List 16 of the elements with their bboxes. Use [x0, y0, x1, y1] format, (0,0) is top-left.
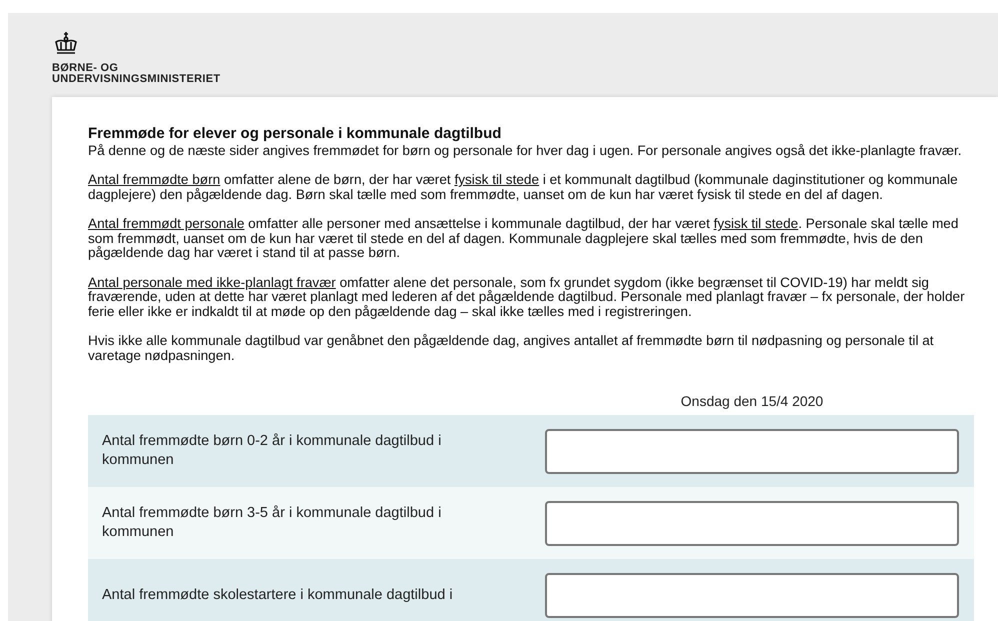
info-paragraph: Antal fremmødte børn omfatter alene de børn, der har været fysisk til stede i et kommunalt dagtilbud (kommunale daginstitutioner og kommunale dagplejere) den pågældende dag. Børn skal tælle med som fremmødte, uanset om de kun har været fysisk til stede en del af dagen.: [88, 173, 959, 202]
info-paragraph: Antal fremmødt personale omfatter alle personer med ansættelse i kommunale dagtilbud, der har været fysisk til stede. Personale skal tælle med som fremmødt, uanset om de kun har været til stede en del af dagen. Kommunale dagplejere skal tælles med som fremmødte, hvis de den pågældende dag har været i stand til at passe børn.: [88, 217, 960, 260]
number-input-field[interactable]: [545, 500, 959, 546]
info-paragraph: Antal personale med ikke-planlagt fravær omfatter alene det personale, som fx grundet sygdom (ikke begrænset til COVID-19) har meldt sig fraværende, uden at dette har været planlagt med lederen af det pågældende dagtilbud. Personale med planlagt fravær – fx personale, der holder ferie eller ikke er indkaldt til at møde op den pågældende dag – skal ikke tælles med i registreringen.: [88, 276, 966, 319]
logo-text: BØRNE- OG: [52, 63, 120, 74]
row-label: Antal fremmødte skolestartere i kommunale dagtilbud i: [102, 586, 454, 604]
row-label: Antal fremmødte børn 3-5 år i kommunale dagtilbud i kommunen: [102, 504, 442, 542]
row-label: Antal fremmødte børn 0-2 år i kommunale dagtilbud i kommunen: [102, 432, 442, 470]
number-input-field[interactable]: [545, 428, 959, 474]
logo-text: UNDERVISNINGSMINISTERIET: [52, 74, 222, 85]
number-input-field[interactable]: [545, 572, 959, 618]
page-title: Fremmøde for elever og personale i kommunale dagtilbud: [88, 125, 502, 143]
crown-logo-icon: [52, 31, 80, 55]
intro-text: På denne og de næste sider angives fremmødet for børn og personale for hver dag i ugen. For personale angives også det ikke-planlagte fravær.: [88, 143, 963, 158]
column-header: Onsdag den 15/4 2020: [680, 392, 824, 411]
info-paragraph: Hvis ikke alle kommunale dagtilbud var genåbnet den pågældende dag, angives antallet af fremmødte børn til nødpasning og personale til at varetage nødpasningen.: [88, 334, 935, 363]
